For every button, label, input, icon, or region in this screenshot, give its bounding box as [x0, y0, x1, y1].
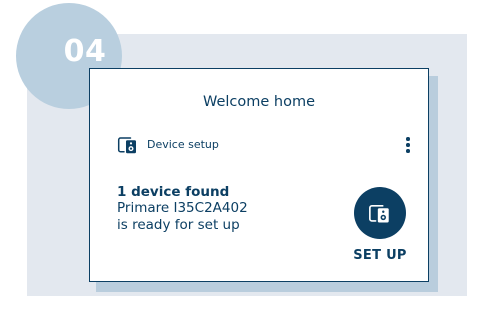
device-setup-label: Device setup	[147, 138, 219, 151]
welcome-card: Welcome home Device setup 1 device found…	[89, 68, 429, 282]
device-setup-row: Device setup	[117, 136, 219, 154]
speaker-device-icon	[117, 137, 136, 154]
speaker-device-icon	[369, 204, 389, 222]
devices-found-heading: 1 device found	[117, 184, 230, 200]
more-options-icon[interactable]	[405, 137, 411, 153]
device-ready-message: is ready for set up	[117, 217, 240, 233]
set-up-label[interactable]: SET UP	[343, 248, 417, 264]
device-name: Primare I35C2A402	[117, 200, 248, 216]
set-up-button[interactable]	[354, 187, 406, 239]
card-title: Welcome home	[202, 94, 316, 110]
step-number: 04	[63, 34, 107, 69]
